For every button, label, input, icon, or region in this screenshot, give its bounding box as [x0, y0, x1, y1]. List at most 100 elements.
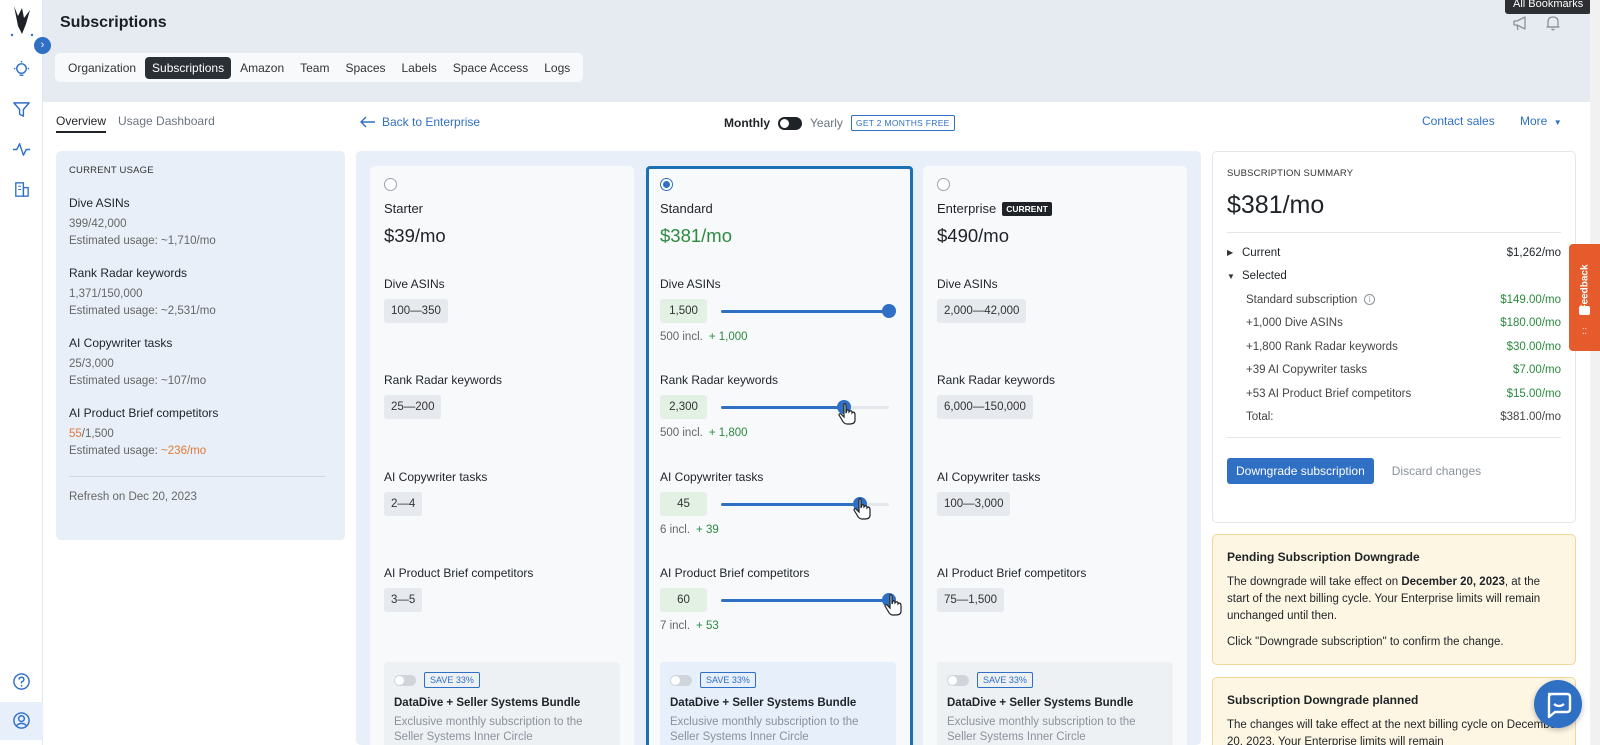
slider-thumb[interactable]	[882, 303, 896, 318]
usage-estimate-value: ~236/mo	[161, 445, 207, 457]
bundle-option: SAVE 33% DataDive + Seller Systems Bundl…	[384, 662, 620, 745]
plan-radio[interactable]	[937, 178, 950, 191]
summary-selected-row[interactable]: ▼ Selected	[1227, 265, 1561, 289]
bundle-toggle[interactable]	[394, 674, 416, 686]
quantity-slider[interactable]	[721, 592, 896, 607]
activity-icon[interactable]	[12, 140, 31, 159]
funnel-icon[interactable]	[12, 100, 31, 119]
megaphone-icon[interactable]	[1512, 14, 1530, 32]
info-icon[interactable]: i	[1364, 294, 1376, 306]
bundle-title: DataDive + Seller Systems Bundle	[670, 697, 857, 709]
quantity-slider[interactable]	[721, 399, 889, 414]
billing-switch[interactable]	[778, 116, 802, 130]
feature-range: 75—1,500	[937, 588, 1005, 612]
usage-title: Dive ASINs	[69, 196, 130, 210]
feature-label: Dive ASINs	[937, 277, 998, 291]
discard-changes-button[interactable]: Discard changes	[1392, 464, 1481, 478]
hand-cursor-icon	[838, 403, 856, 425]
caret-right-icon: ▶	[1227, 248, 1234, 258]
plan-name-label: Starter	[384, 201, 424, 216]
tab-subscriptions[interactable]: Subscriptions	[145, 56, 232, 79]
summary-line-value: $180.00/mo	[1500, 317, 1561, 330]
pending-downgrade-notice: Pending Subscription Downgrade The downg…	[1212, 534, 1576, 665]
tab-amazon[interactable]: Amazon	[233, 57, 291, 79]
feature-label: AI Product Brief competitors	[660, 566, 810, 580]
summary-current-row[interactable]: ▶ Current $1,262/mo	[1227, 241, 1561, 265]
tab-team[interactable]: Team	[293, 57, 336, 79]
added-amount: + 39	[696, 524, 719, 536]
summary-line-label: Standard subscription	[1246, 293, 1358, 306]
included-amount: 7 incl.	[660, 620, 691, 632]
building-icon[interactable]	[12, 180, 31, 199]
left-nav: ›	[0, 0, 51, 745]
feature-product-brief: AI Product Brief competitors 60 7 incl. +…	[660, 566, 896, 632]
plan-card-standard[interactable]: Standard $381/mo Dive ASINs 1,500 500 in…	[646, 166, 913, 745]
notice-text: The downgrade will take effect on	[1227, 576, 1402, 588]
contact-sales-link[interactable]: Contact sales	[1422, 114, 1495, 128]
slider-fill	[721, 502, 861, 506]
lightbulb-icon[interactable]	[12, 60, 31, 79]
expand-nav-icon[interactable]: ›	[34, 37, 51, 54]
chevron-down-icon: ▼	[1553, 118, 1562, 127]
bundle-toggle[interactable]	[947, 674, 969, 686]
included-amount: 500 incl.	[660, 427, 703, 439]
monthly-label[interactable]: Monthly	[724, 116, 770, 130]
tab-logs[interactable]: Logs	[537, 57, 577, 79]
notice-body: The changes will take effect at the next…	[1227, 719, 1560, 745]
yearly-label[interactable]: Yearly	[810, 116, 843, 130]
feedback-tab[interactable]: Feedback ⁚⁚	[1569, 244, 1600, 351]
subscription-summary: SUBSCRIPTION SUMMARY $381/mo ▶ Current $1…	[1212, 151, 1576, 523]
summary-line: +53 AI Product Brief competitors $15.00/…	[1227, 382, 1561, 406]
feature-label: AI Copywriter tasks	[937, 470, 1041, 484]
notice-instruction: Click "Downgrade subscription" to confir…	[1227, 636, 1504, 648]
current-badge: CURRENT	[1002, 201, 1052, 216]
chat-launcher-button[interactable]	[1534, 680, 1582, 728]
feature-product-brief: AI Product Brief competitors 3—5	[384, 566, 620, 612]
promo-badge: GET 2 MONTHS FREE	[850, 115, 955, 131]
slider-fill	[721, 598, 889, 602]
plan-radio[interactable]	[660, 178, 673, 191]
tab-overview[interactable]: Overview	[56, 114, 107, 133]
current-usage-panel: CURRENT USAGE Dive ASINs 399/42,000 Esti…	[56, 151, 345, 540]
bundle-toggle[interactable]	[670, 674, 692, 686]
logo-icon[interactable]	[8, 4, 36, 38]
summary-line: +39 AI Copywriter tasks $7.00/mo	[1227, 359, 1561, 383]
usage-estimate-prefix: Estimated usage:	[69, 445, 162, 457]
plan-card-enterprise[interactable]: Enterprise CURRENT $490/mo Dive ASINs 2,0…	[923, 166, 1187, 745]
feature-label: Rank Radar keywords	[937, 373, 1056, 387]
feature-range: 100—3,000	[937, 492, 1011, 516]
tab-organization[interactable]: Organization	[61, 57, 143, 79]
bell-icon[interactable]	[1544, 14, 1562, 32]
quantity-value[interactable]: 2,300	[660, 395, 707, 419]
help-icon[interactable]	[12, 672, 31, 691]
page-scrollbar[interactable]	[1590, 0, 1600, 745]
feature-rank-radar: Rank Radar keywords 6,000—150,000	[937, 373, 1173, 419]
quantity-value[interactable]: 60	[660, 588, 707, 612]
feature-product-brief: AI Product Brief competitors 75—1,500	[937, 566, 1173, 612]
feature-range: 25—200	[384, 395, 442, 419]
tab-space-access[interactable]: Space Access	[446, 57, 535, 79]
feature-dive-asins: Dive ASINs 1,500 500 incl. + 1,000	[660, 277, 896, 343]
quantity-value[interactable]: 1,500	[660, 299, 707, 323]
summary-selected-label: Selected	[1242, 270, 1287, 283]
plan-card-starter[interactable]: Starter $39/mo Dive ASINs 100—350 Rank R…	[370, 166, 634, 745]
usage-estimate: Estimated usage: ~107/mo	[69, 375, 207, 387]
summary-total-value: $381.00/mo	[1500, 411, 1561, 424]
header	[43, 0, 1600, 102]
back-to-enterprise-link[interactable]: Back to Enterprise	[360, 115, 480, 129]
plan-radio[interactable]	[384, 178, 397, 191]
tab-spaces[interactable]: Spaces	[338, 57, 392, 79]
more-dropdown[interactable]: More ▼	[1520, 114, 1562, 128]
usage-title: AI Product Brief competitors	[69, 406, 219, 420]
tab-labels[interactable]: Labels	[395, 57, 444, 79]
user-icon[interactable]	[12, 711, 31, 730]
quantity-slider[interactable]	[721, 303, 896, 318]
divider	[1227, 437, 1561, 438]
quantity-value[interactable]: 45	[660, 492, 707, 516]
tab-usage-dashboard[interactable]: Usage Dashboard	[118, 114, 215, 133]
downgrade-button[interactable]: Downgrade subscription	[1227, 458, 1374, 484]
bundle-option: SAVE 33% DataDive + Seller Systems Bundl…	[937, 662, 1173, 745]
usage-count-total: /1,500	[81, 428, 114, 440]
feature-label: Rank Radar keywords	[384, 373, 503, 387]
usage-count: 399/42,000	[69, 218, 127, 230]
